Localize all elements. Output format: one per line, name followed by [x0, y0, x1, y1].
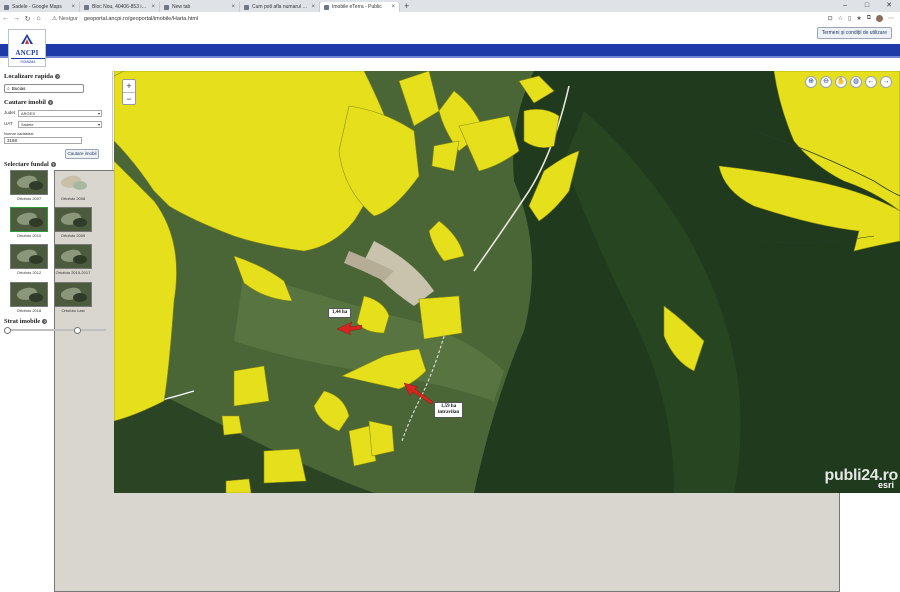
- zoom-controls: + −: [122, 79, 136, 105]
- quick-search-title: Localizare rapida?: [4, 73, 61, 80]
- map-view[interactable]: + − ⊕ ⊖ ✋ ◍ ← → 1,44 ha 1,59 ha intravila…: [114, 71, 900, 493]
- opacity-slider-knob[interactable]: [73, 326, 81, 334]
- new-tab-icon[interactable]: +: [400, 1, 413, 11]
- tab-favicon-icon: [84, 4, 89, 10]
- globe-full-extent-icon[interactable]: ◍: [850, 76, 862, 88]
- background-thumb[interactable]: [54, 282, 92, 307]
- url-field[interactable]: geoportal.ancpi.ro/geoportal/imobile/Har…: [84, 16, 198, 22]
- tab-favicon-icon: [164, 4, 169, 10]
- uat-label: UAT: [4, 121, 13, 126]
- tab-favicon-icon: [324, 4, 329, 10]
- area-label-1-59-ha: 1,59 ha intravilan: [434, 402, 464, 418]
- chevron-down-icon: ▾: [97, 111, 100, 116]
- header-blue-band: [0, 44, 900, 56]
- background-thumb-selected[interactable]: [10, 207, 48, 232]
- profile-avatar[interactable]: [876, 15, 883, 22]
- sidebar: Localizare rapida? ⌕ Cautare imobil? Jud…: [0, 71, 840, 592]
- background-thumb[interactable]: [54, 244, 92, 269]
- favorites-icon[interactable]: ★: [856, 15, 861, 22]
- ancpi-logo[interactable]: ANCPI ROMANIA: [8, 29, 46, 67]
- header-blue-stripe: [0, 56, 900, 58]
- uat-select[interactable]: Sadele ▾: [18, 121, 102, 128]
- close-tab-icon[interactable]: ×: [71, 4, 75, 10]
- layers-title: Strat imobile?: [4, 318, 48, 325]
- browser-tab-bar: Sadele - Google Maps × Bloc Nou, 40406-85…: [0, 0, 900, 12]
- map-toolbar: ⊕ ⊖ ✋ ◍ ← →: [805, 76, 892, 88]
- maximize-icon[interactable]: □: [856, 0, 878, 12]
- zoom-in-button[interactable]: +: [123, 80, 135, 93]
- close-tab-icon[interactable]: ×: [391, 4, 395, 10]
- opacity-slider-min-knob[interactable]: [4, 326, 11, 334]
- browser-tab[interactable]: Cum poti afla numarul cadastral×: [240, 2, 320, 12]
- close-tab-icon[interactable]: ×: [231, 4, 235, 10]
- cadastral-number-input[interactable]: 3168: [4, 137, 82, 144]
- site-header: [0, 25, 900, 41]
- help-icon[interactable]: ?: [55, 74, 61, 79]
- chevron-down-icon: ▾: [97, 122, 100, 127]
- background-thumb[interactable]: [10, 282, 48, 307]
- next-extent-arrow-icon[interactable]: →: [880, 76, 892, 88]
- satellite-map[interactable]: [114, 71, 900, 493]
- home-icon[interactable]: ⌂: [33, 15, 44, 22]
- zoom-out-button[interactable]: −: [123, 93, 135, 105]
- read-aloud-icon[interactable]: ⊡: [828, 15, 833, 22]
- refresh-icon[interactable]: ↻: [22, 15, 33, 23]
- close-tab-icon[interactable]: ×: [151, 4, 155, 10]
- minimize-icon[interactable]: –: [834, 0, 856, 12]
- security-indicator[interactable]: ⚠ Nesigur: [52, 16, 78, 22]
- background-thumb[interactable]: [54, 207, 92, 232]
- quick-search-box: ⌕: [4, 84, 84, 93]
- browser-tab[interactable]: New tab ×: [160, 2, 240, 12]
- quick-search-input[interactable]: [11, 86, 72, 91]
- zoom-in-tool-icon[interactable]: ⊕: [805, 76, 817, 88]
- previous-extent-arrow-icon[interactable]: ←: [865, 76, 877, 88]
- browser-tab-active[interactable]: Imobile eTerra - Public ×: [320, 2, 400, 12]
- logo-mark-icon: [21, 34, 33, 44]
- browser-tab[interactable]: Sadele - Google Maps ×: [0, 2, 80, 12]
- background-thumb[interactable]: [10, 244, 48, 269]
- search-property-button[interactable]: Cautare imobil: [65, 149, 99, 159]
- browser-toolbar: ⊡ ☆ ▯ ★ ⧉ ⋯: [828, 12, 894, 25]
- more-menu-icon[interactable]: ⋯: [888, 15, 894, 22]
- terms-button[interactable]: Termeni și condiții de utilizare: [816, 27, 892, 39]
- collections-icon[interactable]: ⧉: [867, 15, 871, 22]
- zoom-out-tool-icon[interactable]: ⊖: [820, 76, 832, 88]
- back-icon[interactable]: ←: [0, 15, 11, 22]
- split-screen-icon[interactable]: ▯: [848, 15, 851, 22]
- help-icon[interactable]: ?: [47, 100, 53, 105]
- forward-icon[interactable]: →: [11, 15, 22, 22]
- opacity-slider-track[interactable]: [6, 329, 106, 331]
- warning-icon: ⚠: [52, 15, 57, 22]
- tab-favicon-icon: [244, 4, 249, 10]
- help-icon[interactable]: ?: [50, 162, 56, 167]
- pan-hand-icon[interactable]: ✋: [835, 76, 847, 88]
- address-bar: ← → ↻ ⌂ ⚠ Nesigur geoportal.ancpi.ro/geop…: [0, 12, 900, 26]
- background-thumb[interactable]: [10, 170, 48, 195]
- search-icon: ⌕: [7, 85, 10, 92]
- window-controls: – □ ✕: [834, 0, 900, 12]
- logo-name: ANCPI: [15, 49, 39, 57]
- tab-favicon-icon: [4, 4, 9, 10]
- esri-attribution: esri: [877, 480, 894, 490]
- area-label-1-44-ha: 1,44 ha: [328, 308, 352, 318]
- county-select[interactable]: ARGES ▾: [18, 110, 102, 117]
- cadastral-number-label: Numar cadastral: [4, 131, 34, 136]
- background-title: Selectare fundal?: [4, 161, 56, 168]
- help-icon[interactable]: ?: [42, 319, 48, 324]
- favorite-star-icon[interactable]: ☆: [838, 15, 843, 22]
- logo-subtitle: ROMANIA: [11, 58, 45, 64]
- county-label: Judet: [4, 110, 16, 115]
- close-tab-icon[interactable]: ×: [311, 4, 315, 10]
- browser-tab[interactable]: Bloc Nou, 40406-853 in cadastral×: [80, 2, 160, 12]
- property-search-title: Cautare imobil?: [4, 99, 53, 106]
- close-window-icon[interactable]: ✕: [878, 0, 900, 12]
